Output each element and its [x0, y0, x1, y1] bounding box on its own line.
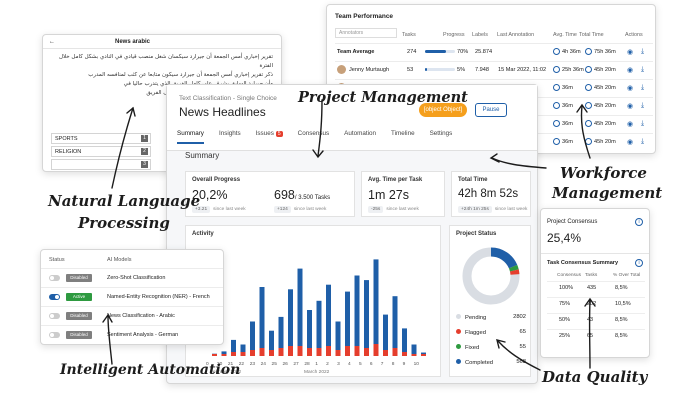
ia-label: Intelligent Automation	[60, 362, 241, 378]
pm-label: Project Management	[298, 89, 468, 106]
dq-label: Data Quality	[542, 368, 648, 386]
nlp-label: Natural Language	[48, 192, 201, 210]
wf-label: Workforce	[560, 164, 647, 182]
nlp-label-2: Processing	[78, 214, 170, 232]
wf-label-2: Management	[552, 184, 663, 202]
